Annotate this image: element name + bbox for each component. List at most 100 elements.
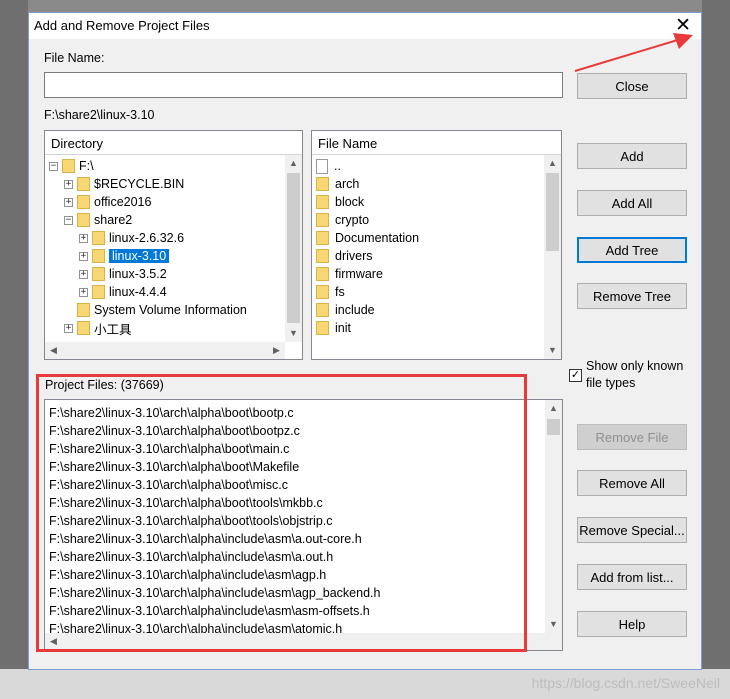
file-name-list[interactable]: File Name .. arch block crypto Documentation… xyxy=(311,130,562,360)
close-button[interactable]: Close xyxy=(577,73,687,99)
folder-icon xyxy=(316,303,329,317)
directory-item[interactable]: + linux-4.4.4 xyxy=(79,283,167,301)
folder-icon xyxy=(316,231,329,245)
remove-file-button[interactable]: Remove File xyxy=(577,424,687,450)
folder-icon xyxy=(77,303,90,317)
scroll-down-icon[interactable]: ▼ xyxy=(545,616,562,633)
file-list-item-label: init xyxy=(335,321,351,335)
directory-item[interactable]: − share2 xyxy=(64,211,132,229)
directory-item[interactable]: + linux-3.10 xyxy=(79,247,170,265)
directory-vscroll-thumb[interactable] xyxy=(287,173,300,323)
watermark: https://blog.csdn.net/SweeNeil xyxy=(531,675,720,691)
tree-expander-icon[interactable]: + xyxy=(64,323,73,333)
folder-icon xyxy=(316,177,329,191)
file-list-item-label: crypto xyxy=(335,213,370,227)
file-list-vscroll-thumb[interactable] xyxy=(546,173,559,251)
show-known-label-line1: Show only known xyxy=(586,359,684,373)
window-title: Add and Remove Project Files xyxy=(34,18,210,33)
file-list-item[interactable]: firmware xyxy=(316,265,383,283)
directory-header: Directory xyxy=(45,131,302,155)
folder-icon xyxy=(316,249,329,263)
directory-item[interactable]: + linux-3.5.2 xyxy=(79,265,167,283)
directory-hscrollbar[interactable]: ◀ ▶ xyxy=(45,342,285,359)
add-remove-files-dialog: Add and Remove Project Files ✕ File Name… xyxy=(28,12,702,670)
project-files-vscroll-thumb[interactable] xyxy=(547,419,560,435)
file-list-item[interactable]: crypto xyxy=(316,211,369,229)
folder-icon xyxy=(77,177,90,191)
file-list-item[interactable]: Documentation xyxy=(316,229,419,247)
directory-item-label: linux-3.10 xyxy=(109,249,170,263)
tree-expander-icon[interactable]: + xyxy=(64,179,73,189)
file-list-item-label: firmware xyxy=(335,267,383,281)
scroll-up-icon[interactable]: ▲ xyxy=(544,155,561,172)
directory-item[interactable]: + office2016 xyxy=(64,193,151,211)
directory-item[interactable]: + 小工具 xyxy=(64,319,132,337)
scroll-down-icon[interactable]: ▼ xyxy=(544,342,561,359)
scroll-up-icon[interactable]: ▲ xyxy=(285,155,302,172)
remove-tree-button[interactable]: Remove Tree xyxy=(577,283,687,309)
tree-expander-icon[interactable]: + xyxy=(79,287,88,297)
file-name-input[interactable] xyxy=(44,72,563,98)
scroll-down-icon[interactable]: ▼ xyxy=(285,325,302,342)
add-tree-button[interactable]: Add Tree xyxy=(577,237,687,263)
directory-vscrollbar[interactable]: ▲ ▼ xyxy=(285,155,302,342)
directory-item-label: 小工具 xyxy=(94,322,132,337)
tree-expander-icon[interactable]: + xyxy=(64,197,73,207)
directory-item[interactable]: + linux-2.6.32.6 xyxy=(79,229,184,247)
directory-item[interactable]: System Volume Information xyxy=(64,301,247,319)
folder-icon xyxy=(62,159,75,173)
add-button[interactable]: Add xyxy=(577,143,687,169)
background-strip-left xyxy=(0,0,28,699)
directory-item[interactable]: + $RECYCLE.BIN xyxy=(64,175,184,193)
tree-expander-icon[interactable]: − xyxy=(49,161,58,171)
file-list-item[interactable]: init xyxy=(316,319,351,337)
directory-item-label: System Volume Information xyxy=(94,303,247,317)
remove-all-button[interactable]: Remove All xyxy=(577,470,687,496)
directory-item-label: linux-3.5.2 xyxy=(109,267,167,281)
remove-special-button[interactable]: Remove Special... xyxy=(577,517,687,543)
directory-item-label: $RECYCLE.BIN xyxy=(94,177,185,191)
file-name-header: File Name xyxy=(312,131,561,155)
directory-tree[interactable]: Directory − F:\ + $RECYCLE.BIN + office2016 − s… xyxy=(44,130,303,360)
help-button[interactable]: Help xyxy=(577,611,687,637)
document-icon xyxy=(316,158,328,174)
directory-item-label: office2016 xyxy=(94,195,152,209)
tree-expander-icon[interactable]: + xyxy=(79,269,88,279)
folder-icon xyxy=(316,213,329,227)
add-all-button[interactable]: Add All xyxy=(577,190,687,216)
project-files-vscrollbar[interactable]: ▲ ▼ xyxy=(545,400,562,633)
show-known-checkbox[interactable]: ✓ xyxy=(569,369,582,382)
folder-icon xyxy=(92,267,105,281)
background-strip-right xyxy=(702,0,730,699)
folder-icon xyxy=(316,267,329,281)
folder-icon xyxy=(92,249,105,263)
directory-item-label: linux-4.4.4 xyxy=(109,285,167,299)
directory-item[interactable]: − F:\ xyxy=(49,157,94,175)
file-list-item[interactable]: include xyxy=(316,301,375,319)
file-list-item[interactable]: drivers xyxy=(316,247,373,265)
file-list-item[interactable]: block xyxy=(316,193,364,211)
add-from-list-button[interactable]: Add from list... xyxy=(577,564,687,590)
tree-expander-icon[interactable]: + xyxy=(79,251,88,261)
file-list-vscrollbar[interactable]: ▲ ▼ xyxy=(544,155,561,359)
folder-icon xyxy=(77,213,90,227)
folder-icon xyxy=(77,195,90,209)
directory-item-label: F:\ xyxy=(79,159,94,173)
file-list-item-label: .. xyxy=(334,159,341,173)
file-list-item-label: drivers xyxy=(335,249,373,263)
directory-item-label: share2 xyxy=(94,213,133,227)
folder-icon xyxy=(316,321,329,335)
scroll-right-icon[interactable]: ▶ xyxy=(268,342,285,359)
show-known-label-line2: file types xyxy=(586,376,636,390)
file-list-item[interactable]: fs xyxy=(316,283,345,301)
file-list-item[interactable]: .. xyxy=(316,157,341,175)
scroll-left-icon[interactable]: ◀ xyxy=(45,342,62,359)
file-name-label: File Name: xyxy=(44,51,105,65)
file-list-item-label: fs xyxy=(335,285,345,299)
tree-expander-icon[interactable]: − xyxy=(64,215,73,225)
file-list-item[interactable]: arch xyxy=(316,175,359,193)
file-list-item-label: block xyxy=(335,195,365,209)
red-highlight-annotation xyxy=(36,374,527,652)
scroll-up-icon[interactable]: ▲ xyxy=(545,400,562,417)
tree-expander-icon[interactable]: + xyxy=(79,233,88,243)
